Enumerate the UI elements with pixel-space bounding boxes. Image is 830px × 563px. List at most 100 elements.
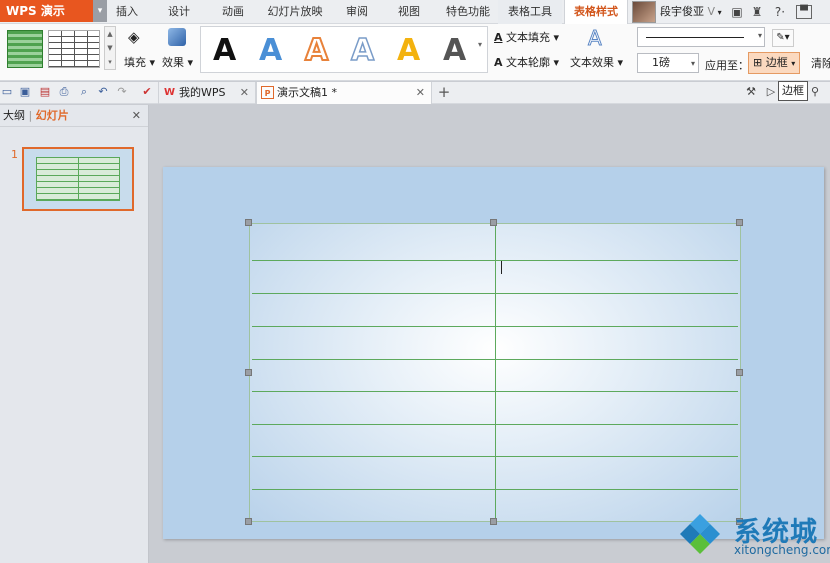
style-gallery-scroll[interactable]: ▲ ▼ ▾ (104, 26, 116, 70)
line-style-select[interactable]: ▾ (637, 27, 765, 47)
tab-design[interactable]: 设计 (162, 0, 196, 24)
resize-handle[interactable] (245, 219, 252, 226)
paint-bucket-icon[interactable]: ◈ (128, 28, 148, 48)
avatar[interactable] (632, 1, 656, 23)
tab-animation[interactable]: 动画 (216, 0, 250, 24)
save-icon[interactable]: ▣ (18, 85, 32, 99)
chevron-down-icon[interactable]: ▾ (93, 0, 107, 22)
watermark-url: xitongcheng.com (734, 543, 830, 557)
box-icon[interactable]: ▣ (730, 3, 744, 21)
slide-canvas[interactable] (163, 167, 824, 539)
text-fill-label: 文本填充 (506, 31, 551, 44)
line-weight-select[interactable]: 1磅 ▾ (637, 53, 699, 73)
text-effect-icon[interactable]: A (588, 26, 603, 51)
new-tab-plus-icon[interactable]: + (437, 85, 451, 100)
customize-toolbar-icon[interactable]: ✔ (140, 85, 154, 99)
tab-presentation1-label: 演示文稿1 * (277, 86, 337, 99)
text-caret (501, 261, 502, 274)
text-fill-icon: A (494, 31, 503, 44)
text-effect-button[interactable]: 文本效果 ▾ (570, 54, 623, 70)
wordart-style-blue-outline[interactable]: A (350, 34, 375, 68)
thumbnail-table (36, 157, 120, 201)
border-grid-icon: ⊞ (753, 56, 763, 69)
wordart-more-icon[interactable]: ▾ (478, 40, 482, 49)
resize-handle[interactable] (736, 219, 743, 226)
resize-handle[interactable] (490, 518, 497, 525)
panel-tabs: 大纲 | 幻灯片 ✕ (0, 105, 148, 127)
watermark-logo-icon (680, 514, 720, 554)
wps-logo-icon: W (163, 87, 176, 98)
tab-outline[interactable]: 大纲 (3, 109, 25, 122)
resize-handle[interactable] (245, 518, 252, 525)
tab-my-wps[interactable]: W 我的WPS ✕ (158, 82, 256, 104)
app-menu-label: WPS 演示 (6, 4, 65, 18)
tab-special-features[interactable]: 特色功能 (442, 0, 494, 24)
border-button[interactable]: ⊞ 边框 ▾ (748, 52, 800, 74)
clear-button[interactable]: 清除 (811, 55, 830, 71)
effect-label: 效果 (162, 56, 184, 69)
tooltip: 边框 (778, 81, 808, 101)
wordart-style-yellow[interactable]: A (397, 35, 420, 67)
tab-slides[interactable]: 幻灯片 (36, 109, 69, 122)
wordart-style-black[interactable]: A (213, 35, 236, 67)
clear-label: 清除 (811, 57, 830, 70)
share-icon[interactable]: ▷ (764, 85, 778, 99)
wordart-style-orange-outline[interactable]: A (304, 34, 329, 68)
chevron-down-icon: ▾ (757, 31, 762, 40)
toolbox-icon[interactable]: ⚒ (744, 85, 758, 99)
text-outline-label: 文本轮廓 (506, 56, 551, 69)
watermark: 系统城 xitongcheng.com (678, 508, 830, 563)
wordart-style-blue[interactable]: A (259, 35, 282, 67)
line-weight-value: 1磅 (652, 56, 670, 69)
text-fill-button[interactable]: A 文本填充 ▾ (494, 29, 559, 45)
table-style-green-preset[interactable] (7, 30, 43, 68)
text-outline-button[interactable]: A 文本轮廓 ▾ (494, 54, 559, 70)
resize-handle[interactable] (736, 369, 743, 376)
tab-table-style[interactable]: 表格样式 (564, 0, 628, 24)
slide-table[interactable] (249, 223, 741, 522)
chevron-down-icon: ▾ (791, 59, 796, 68)
text-effect-label: 文本效果 (570, 56, 614, 69)
slides-panel: 大纲 | 幻灯片 ✕ 1 (0, 105, 149, 563)
resize-handle[interactable] (245, 369, 252, 376)
print-preview-icon[interactable]: ⌕ (77, 85, 91, 99)
resize-handle[interactable] (490, 219, 497, 226)
undo-icon[interactable]: ↶ (96, 85, 110, 99)
tab-review[interactable]: 审阅 (340, 0, 374, 24)
table-style-plain-preset[interactable] (48, 30, 100, 68)
print-icon[interactable]: ⎙ (57, 85, 71, 99)
user-name[interactable]: 段宇俊亚 V ▾ (660, 0, 722, 24)
table-column-border (495, 224, 496, 521)
slide-thumbnail[interactable] (22, 147, 134, 211)
chevron-down-icon: ▾ (690, 59, 695, 68)
ribbon: ▲ ▼ ▾ ◈ 填充 ▾ 效果 ▾ A A A A A A ▾ A 文本填充 ▾ A… (0, 24, 830, 81)
border-label: 边框 (765, 56, 788, 69)
tab-table-tools[interactable]: 表格工具 (498, 0, 562, 24)
wordart-style-gray[interactable]: A (443, 35, 466, 67)
pen-color-icon[interactable]: ✎▾ (772, 29, 794, 47)
text-outline-icon: A (494, 56, 503, 69)
presentation-file-icon: P (261, 86, 274, 99)
fill-button[interactable]: 填充 ▾ (124, 54, 155, 70)
search-icon[interactable]: ⚲ (808, 85, 822, 99)
tab-presentation1[interactable]: P 演示文稿1 * ✕ (256, 82, 432, 104)
redo-icon[interactable]: ↷ (115, 85, 129, 99)
open-folder-icon[interactable]: ▭ (0, 85, 14, 99)
effect-cube-icon[interactable] (168, 28, 186, 46)
tab-slideshow[interactable]: 幻灯片放映 (264, 0, 326, 24)
close-icon[interactable]: ✕ (416, 82, 425, 104)
export-pdf-icon[interactable]: ▤ (38, 85, 52, 99)
chevron-down-icon: ▾ (715, 8, 722, 17)
slide-number: 1 (11, 148, 18, 161)
close-icon[interactable]: ✕ (132, 105, 141, 127)
apply-to-label: 应用至： (705, 59, 749, 72)
restore-window-icon[interactable]: ▀ (796, 5, 812, 19)
effect-button[interactable]: 效果 ▾ (162, 54, 193, 70)
shirt-icon[interactable]: ♜ (750, 3, 764, 21)
tab-insert[interactable]: 插入 (112, 0, 142, 24)
ribbon-tab-bar: WPS 演示 ▾ 插入 设计 动画 幻灯片放映 审阅 视图 特色功能 表格工具 … (0, 0, 830, 24)
help-icon[interactable]: ?· (770, 3, 790, 21)
tab-view[interactable]: 视图 (392, 0, 426, 24)
app-menu-button[interactable]: WPS 演示 ▾ (0, 0, 107, 22)
close-icon[interactable]: ✕ (240, 82, 249, 104)
